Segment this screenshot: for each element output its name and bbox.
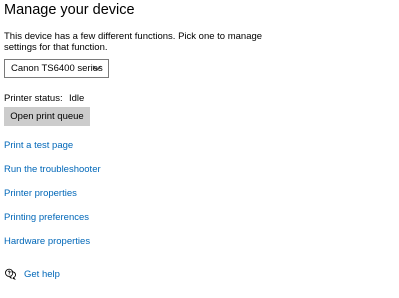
printer-status-value: Idle xyxy=(69,93,85,104)
printing-preferences-link[interactable]: Printing preferences xyxy=(4,212,89,223)
device-select-value: Canon TS6400 series xyxy=(11,63,103,74)
chat-help-icon xyxy=(5,268,16,280)
page-description: This device has a few different function… xyxy=(4,31,263,53)
printer-status-label: Printer status: xyxy=(4,93,63,104)
printer-properties-link[interactable]: Printer properties xyxy=(4,188,77,199)
get-help-link[interactable]: Get help xyxy=(24,269,60,280)
open-print-queue-button[interactable]: Open print queue xyxy=(4,107,90,126)
page-title: Manage your device xyxy=(4,2,135,18)
device-select-dropdown[interactable]: Canon TS6400 series xyxy=(4,59,109,78)
run-troubleshooter-link[interactable]: Run the troubleshooter xyxy=(4,164,101,175)
hardware-properties-link[interactable]: Hardware properties xyxy=(4,236,90,247)
chevron-down-icon xyxy=(92,65,102,71)
manage-device-page: Manage your device This device has a few… xyxy=(0,0,399,298)
print-test-page-link[interactable]: Print a test page xyxy=(4,140,73,151)
